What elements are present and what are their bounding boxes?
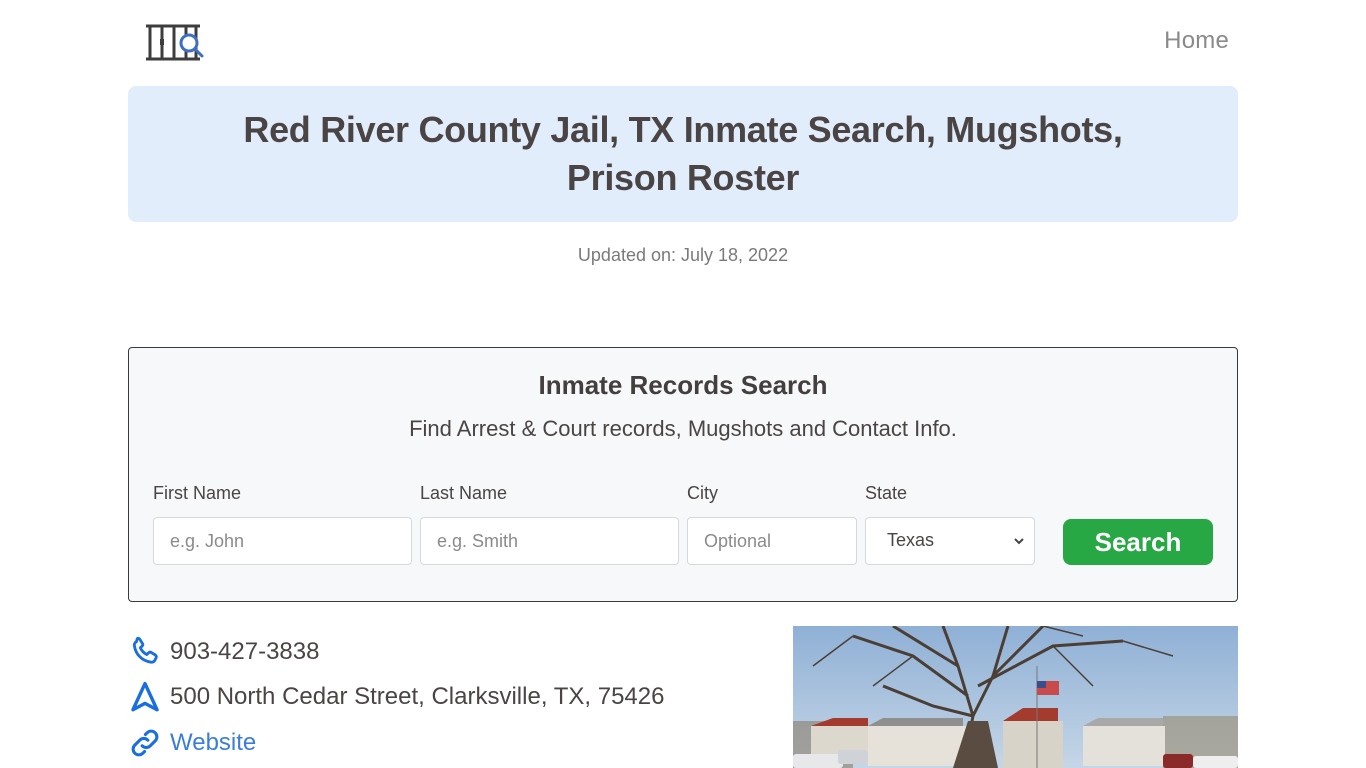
inmate-search-form: Inmate Records Search Find Arrest & Cour… (128, 347, 1238, 602)
contact-address-row: 500 North Cedar Street, Clarksville, TX,… (128, 680, 664, 714)
last-name-label: Last Name (420, 483, 508, 503)
first-name-label: First Name (153, 483, 242, 503)
facility-photo (793, 626, 1238, 768)
contact-website-row: Website (128, 726, 256, 760)
navbar: Home (0, 0, 1366, 84)
title-banner: Red River County Jail, TX Inmate Search,… (128, 86, 1238, 222)
search-button[interactable]: Search (1063, 519, 1213, 565)
last-name-input[interactable] (420, 517, 679, 565)
website-link[interactable]: Website (170, 729, 256, 757)
address: 500 North Cedar Street, Clarksville, TX,… (170, 683, 665, 710)
navigation-arrow-icon (128, 680, 162, 714)
state-select-value: Texas (887, 530, 935, 550)
jail-search-logo-icon (146, 24, 204, 61)
state-select[interactable]: Texas (865, 517, 1035, 565)
jail-building-image (793, 626, 1238, 768)
page-title: Red River County Jail, TX Inmate Search,… (243, 109, 1123, 198)
city-label: City (687, 483, 718, 503)
first-name-input[interactable] (153, 517, 412, 565)
search-subtitle: Find Arrest & Court records, Mugshots an… (409, 416, 957, 441)
nav-home-link[interactable]: Home (1164, 27, 1229, 55)
search-title: Inmate Records Search (538, 370, 828, 400)
site-logo[interactable] (144, 22, 206, 64)
phone-number: 903-427-3838 (170, 638, 320, 665)
contact-phone-row: 903-427-3838 (128, 635, 319, 669)
city-input[interactable] (687, 517, 857, 565)
phone-icon (128, 635, 162, 669)
state-label: State (865, 483, 908, 503)
chevron-down-icon (1014, 538, 1024, 545)
updated-date: Updated on: July 18, 2022 (577, 245, 789, 265)
link-icon (128, 726, 162, 760)
